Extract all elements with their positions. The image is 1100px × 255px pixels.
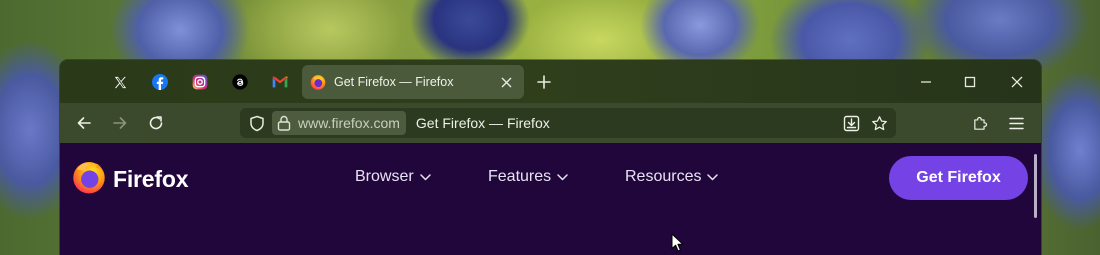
logo-text: Firefox xyxy=(113,166,189,192)
nav-features[interactable]: Features xyxy=(488,168,568,186)
menu-hamburger-icon[interactable] xyxy=(1003,111,1029,135)
firefox-icon xyxy=(310,74,326,90)
chevron-down-icon xyxy=(419,173,431,181)
nav-resources[interactable]: Resources xyxy=(625,168,719,186)
pinned-tab-facebook[interactable] xyxy=(142,69,178,95)
lock-icon xyxy=(276,115,292,131)
nav-browser[interactable]: Browser xyxy=(355,168,431,186)
install-app-icon[interactable] xyxy=(840,112,862,134)
pinned-tab-threads[interactable] xyxy=(222,69,258,95)
pinned-tab-gmail[interactable] xyxy=(262,69,298,95)
tab-get-firefox[interactable]: Get Firefox — Firefox xyxy=(302,65,524,99)
chevron-down-icon xyxy=(707,173,719,181)
web-page: Firefox Browser Features Resources Get F… xyxy=(60,143,1041,255)
site-identity-box[interactable]: www.firefox.com xyxy=(272,111,406,135)
extensions-puzzle-icon[interactable] xyxy=(967,111,993,135)
url-page-title: Get Firefox — Firefox xyxy=(415,115,550,131)
chevron-down-icon xyxy=(557,173,568,181)
gmail-icon xyxy=(272,74,288,90)
instagram-icon xyxy=(192,74,208,90)
close-tab-icon[interactable] xyxy=(498,74,514,90)
threads-icon xyxy=(232,74,248,90)
firefox-logo[interactable]: Firefox xyxy=(71,159,188,200)
minimize-icon[interactable] xyxy=(906,69,946,95)
x-icon xyxy=(112,74,128,90)
forward-arrow-icon[interactable] xyxy=(107,111,133,135)
page-scrollbar[interactable] xyxy=(1034,154,1037,218)
facebook-icon xyxy=(152,74,168,90)
back-arrow-icon[interactable] xyxy=(71,111,97,135)
maximize-icon[interactable] xyxy=(950,69,990,95)
new-tab-icon[interactable] xyxy=(534,72,554,92)
firefox-logo-icon xyxy=(71,159,107,200)
bookmark-star-icon[interactable] xyxy=(868,112,890,134)
pinned-tab-instagram[interactable] xyxy=(182,69,218,95)
url-bar[interactable]: www.firefox.com Get Firefox — Firefox xyxy=(240,108,896,138)
pinned-tab-x[interactable] xyxy=(102,69,138,95)
navigation-toolbar: www.firefox.com Get Firefox — Firefox xyxy=(60,103,1041,143)
browser-window: Get Firefox — Firefox www.firefox.com Ge… xyxy=(60,60,1041,255)
reload-icon[interactable] xyxy=(143,111,169,135)
shield-icon[interactable] xyxy=(248,114,266,132)
url-domain: www.firefox.com xyxy=(298,115,400,131)
tab-strip: Get Firefox — Firefox xyxy=(60,60,1041,103)
close-window-icon[interactable] xyxy=(997,69,1037,95)
nav-resources-label: Resources xyxy=(625,168,702,185)
nav-browser-label: Browser xyxy=(355,168,414,185)
tab-title: Get Firefox — Firefox xyxy=(334,75,454,89)
mouse-cursor-icon xyxy=(671,233,684,255)
get-firefox-button[interactable]: Get Firefox xyxy=(889,156,1028,200)
nav-features-label: Features xyxy=(488,168,552,185)
